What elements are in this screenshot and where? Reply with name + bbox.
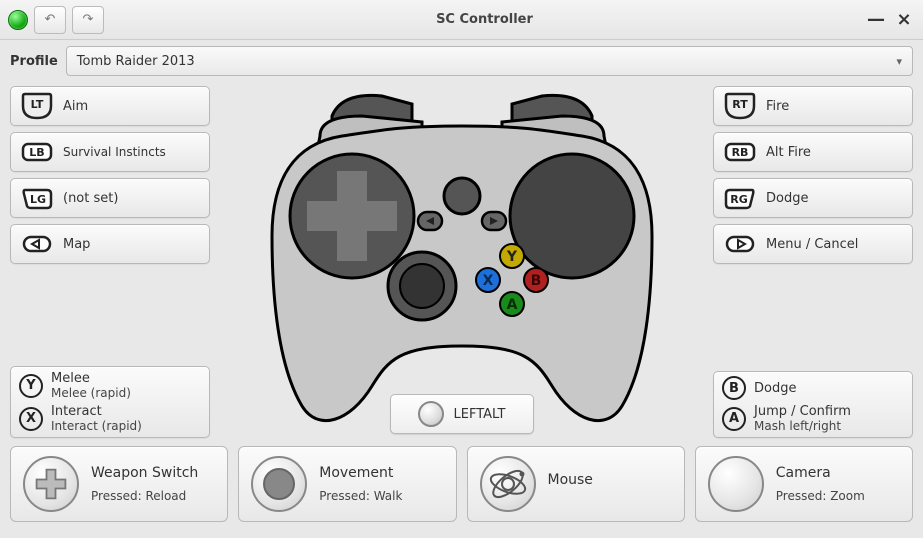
- svg-text:LB: LB: [29, 146, 44, 159]
- rpad-sub: Pressed: Zoom: [776, 489, 865, 503]
- binding-a-line1: Jump / Confirm: [754, 404, 904, 419]
- undo-button[interactable]: ↶: [34, 6, 66, 34]
- binding-lg[interactable]: LG (not set): [10, 178, 210, 218]
- back-icon: [19, 230, 55, 258]
- binding-a[interactable]: A Jump / Confirm Mash left/right: [722, 404, 904, 433]
- binding-rb-label: Alt Fire: [766, 145, 904, 160]
- binding-y[interactable]: Y Melee Melee (rapid): [19, 371, 201, 400]
- redo-icon: ↷: [83, 12, 94, 27]
- main-content: LT Aim LB Survival Instincts LG (not set…: [0, 82, 923, 438]
- binding-y-line2: Melee (rapid): [51, 386, 201, 400]
- x-button-icon: X: [19, 407, 43, 431]
- chevron-down-icon: ▾: [896, 55, 902, 68]
- svg-text:Y: Y: [505, 249, 517, 265]
- a-button-icon: A: [722, 407, 746, 431]
- binding-rg[interactable]: RG Dodge: [713, 178, 913, 218]
- face-buttons-right: B Dodge A Jump / Confirm Mash left/right: [713, 371, 913, 438]
- minimize-button[interactable]: —: [865, 9, 887, 30]
- dpad-sub: Pressed: Reload: [91, 489, 198, 503]
- minimize-icon: —: [867, 9, 885, 30]
- binding-lt[interactable]: LT Aim: [10, 86, 210, 126]
- profile-label: Profile: [10, 54, 58, 69]
- svg-text:LT: LT: [31, 98, 44, 111]
- close-button[interactable]: ×: [893, 9, 915, 30]
- window-title: SC Controller: [110, 12, 859, 27]
- controller-diagram: Y X B A LEFTALT: [218, 86, 705, 438]
- binding-back-label: Map: [63, 237, 201, 252]
- profile-select[interactable]: Tomb Raider 2013 ▾: [66, 46, 913, 76]
- binding-dpad[interactable]: Weapon Switch Pressed: Reload: [10, 446, 228, 522]
- center-binding-label: LEFTALT: [454, 407, 506, 422]
- stick-sub: Pressed: Walk: [319, 489, 402, 503]
- rb-icon: RB: [722, 138, 758, 166]
- right-column: RT Fire RB Alt Fire RG Dodge Menu / Canc…: [713, 86, 913, 438]
- rt-icon: RT: [722, 92, 758, 120]
- close-icon: ×: [896, 9, 911, 30]
- profile-current: Tomb Raider 2013: [77, 54, 195, 69]
- home-button-icon: [418, 401, 444, 427]
- bottom-row: Weapon Switch Pressed: Reload Movement P…: [0, 438, 923, 530]
- lg-icon: LG: [19, 184, 55, 212]
- redo-button[interactable]: ↷: [72, 6, 104, 34]
- binding-rpad[interactable]: Camera Pressed: Zoom: [695, 446, 913, 522]
- stick-icon: [251, 456, 307, 512]
- binding-lb-label: Survival Instincts: [63, 145, 201, 159]
- left-column: LT Aim LB Survival Instincts LG (not set…: [10, 86, 210, 438]
- binding-lb[interactable]: LB Survival Instincts: [10, 132, 210, 172]
- rpad-title: Camera: [776, 465, 865, 481]
- undo-icon: ↶: [45, 12, 56, 27]
- start-icon: [722, 230, 758, 258]
- binding-lg-label: (not set): [63, 191, 201, 206]
- binding-start-label: Menu / Cancel: [766, 237, 904, 252]
- binding-y-line1: Melee: [51, 371, 201, 386]
- binding-a-line2: Mash left/right: [754, 419, 904, 433]
- svg-text:X: X: [482, 273, 493, 289]
- rpad-icon: [708, 456, 764, 512]
- gyro-title: Mouse: [548, 472, 593, 488]
- binding-x-line2: Interact (rapid): [51, 419, 201, 433]
- titlebar: ↶ ↷ SC Controller — ×: [0, 0, 923, 40]
- binding-rt-label: Fire: [766, 99, 904, 114]
- center-binding[interactable]: LEFTALT: [390, 394, 534, 434]
- svg-text:A: A: [506, 297, 517, 313]
- svg-text:RT: RT: [732, 98, 748, 111]
- svg-text:B: B: [530, 273, 541, 289]
- binding-x-line1: Interact: [51, 404, 201, 419]
- stick-title: Movement: [319, 465, 402, 481]
- binding-b-line1: Dodge: [754, 381, 904, 396]
- svg-text:RG: RG: [730, 193, 748, 206]
- binding-rb[interactable]: RB Alt Fire: [713, 132, 913, 172]
- face-buttons-left: Y Melee Melee (rapid) X Interact Interac…: [10, 366, 210, 438]
- lb-icon: LB: [19, 138, 55, 166]
- b-button-icon: B: [722, 376, 746, 400]
- controller-svg: Y X B A: [232, 86, 692, 426]
- status-indicator-icon[interactable]: [8, 10, 28, 30]
- y-button-icon: Y: [19, 374, 43, 398]
- binding-rg-label: Dodge: [766, 191, 904, 206]
- profile-bar: Profile Tomb Raider 2013 ▾: [0, 40, 923, 82]
- binding-rt[interactable]: RT Fire: [713, 86, 913, 126]
- binding-gyro[interactable]: Mouse: [467, 446, 685, 522]
- rg-icon: RG: [722, 184, 758, 212]
- binding-back[interactable]: Map: [10, 224, 210, 264]
- gyro-icon: [480, 456, 536, 512]
- binding-b[interactable]: B Dodge: [722, 376, 904, 400]
- dpad-title: Weapon Switch: [91, 465, 198, 481]
- binding-lt-label: Aim: [63, 99, 201, 114]
- lt-icon: LT: [19, 92, 55, 120]
- svg-text:RB: RB: [732, 146, 749, 159]
- dpad-icon: [23, 456, 79, 512]
- binding-start[interactable]: Menu / Cancel: [713, 224, 913, 264]
- binding-stick[interactable]: Movement Pressed: Walk: [238, 446, 456, 522]
- binding-x[interactable]: X Interact Interact (rapid): [19, 404, 201, 433]
- svg-text:LG: LG: [30, 193, 46, 206]
